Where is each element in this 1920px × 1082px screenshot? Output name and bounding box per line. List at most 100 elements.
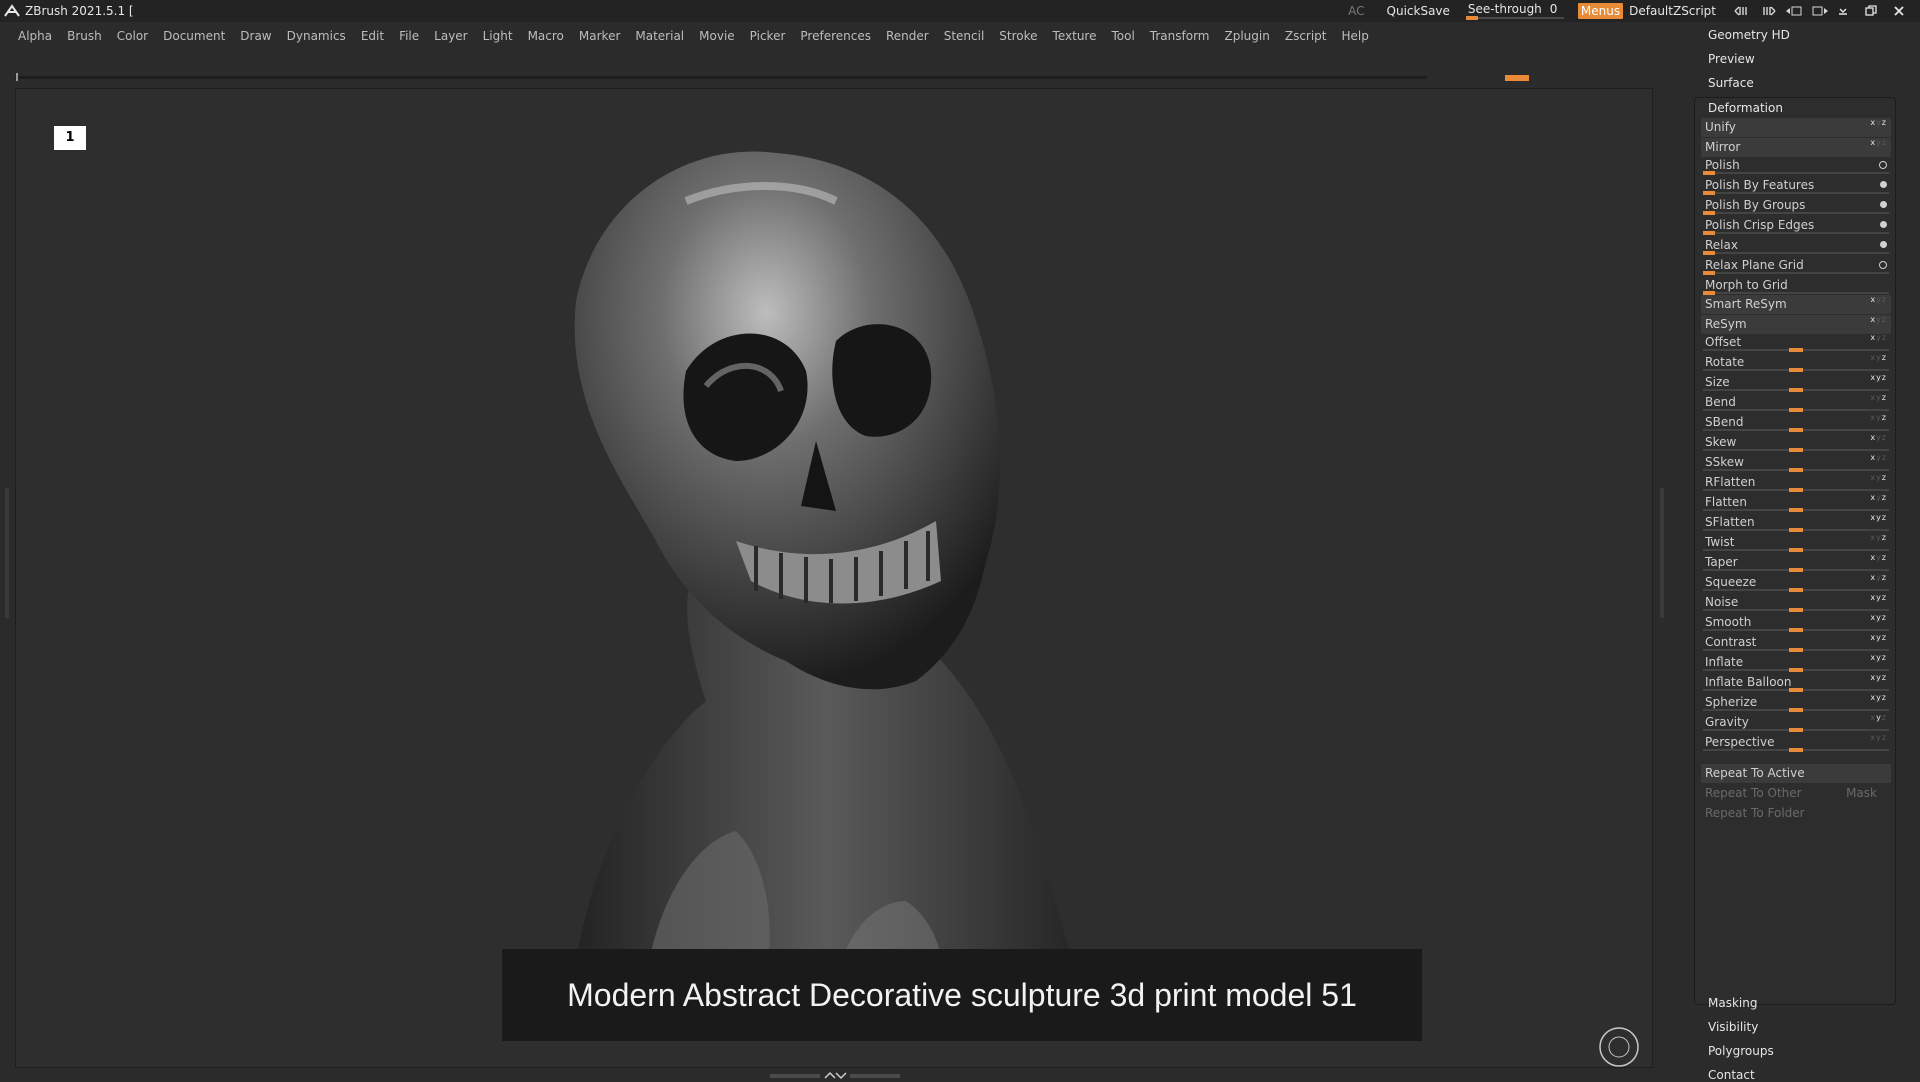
menu-brush[interactable]: Brush	[67, 29, 102, 43]
skew-slider[interactable]: Skew xyz	[1701, 433, 1891, 452]
ac-toggle[interactable]: AC	[1348, 4, 1364, 18]
axis-toggles[interactable]: xyz	[1870, 453, 1887, 462]
menu-stencil[interactable]: Stencil	[944, 29, 985, 43]
repeat-to-active-button[interactable]: Repeat To Active	[1701, 764, 1891, 783]
slider-knob[interactable]	[1789, 428, 1803, 432]
axis-toggles[interactable]: xyz	[1870, 673, 1887, 682]
polish-crisp-edges-slider[interactable]: Polish Crisp Edges	[1701, 216, 1891, 235]
polish-slider[interactable]: Polish	[1701, 156, 1891, 175]
twist-slider[interactable]: Twist xyz	[1701, 533, 1891, 552]
see-through-slider[interactable]: See-through 0	[1465, 2, 1564, 20]
axis-toggles[interactable]: xyz	[1870, 473, 1887, 482]
menu-file[interactable]: File	[399, 29, 419, 43]
slider-knob[interactable]	[1703, 251, 1715, 255]
axis-toggles[interactable]: xyz	[1870, 653, 1887, 662]
slider-knob[interactable]	[1703, 231, 1715, 235]
slider-knob[interactable]	[1789, 348, 1803, 352]
axis-toggles[interactable]: xyz	[1870, 693, 1887, 702]
offset-slider[interactable]: Offset xyz	[1701, 333, 1891, 352]
menu-macro[interactable]: Macro	[528, 29, 564, 43]
mirror-button[interactable]: Mirror xyz	[1701, 138, 1891, 157]
menu-layer[interactable]: Layer	[434, 29, 467, 43]
axis-toggles[interactable]: xyz	[1870, 353, 1887, 362]
default-zscript-button[interactable]: DefaultZScript	[1629, 4, 1716, 18]
slider-knob[interactable]	[1789, 748, 1803, 752]
menu-material[interactable]: Material	[635, 29, 684, 43]
axis-toggles[interactable]: xyz	[1870, 295, 1887, 304]
slider-knob[interactable]	[1789, 728, 1803, 732]
repeat-to-folder-button[interactable]: Repeat To Folder	[1701, 804, 1891, 823]
slider-knob[interactable]	[1703, 271, 1715, 275]
close-icon[interactable]	[1892, 4, 1906, 18]
polish-mode-toggle[interactable]	[1880, 241, 1887, 248]
left-shelf-handle[interactable]	[5, 488, 9, 618]
rotate-slider[interactable]: Rotate xyz	[1701, 353, 1891, 372]
squeeze-slider[interactable]: Squeeze xyz	[1701, 573, 1891, 592]
axis-toggles[interactable]: xyz	[1870, 633, 1887, 642]
section-geometry-hd[interactable]: Geometry HD	[1708, 28, 1790, 42]
inflate-balloon-slider[interactable]: Inflate Balloon xyz	[1701, 673, 1891, 692]
slider-knob[interactable]	[1789, 668, 1803, 672]
contrast-slider[interactable]: Contrast xyz	[1701, 633, 1891, 652]
menu-texture[interactable]: Texture	[1053, 29, 1097, 43]
resize-right-icon[interactable]	[1758, 4, 1778, 18]
axis-toggles[interactable]: xyz	[1870, 493, 1887, 502]
layout-default-icon[interactable]	[1810, 4, 1830, 18]
slider-knob[interactable]	[1789, 608, 1803, 612]
polish-mode-toggle[interactable]	[1879, 161, 1887, 169]
right-shelf-handle[interactable]	[1660, 488, 1664, 618]
section-masking[interactable]: Masking	[1708, 996, 1757, 1010]
relax-slider[interactable]: Relax	[1701, 236, 1891, 255]
slider-knob[interactable]	[1789, 548, 1803, 552]
unify-button[interactable]: Unify xyz	[1701, 118, 1891, 137]
menu-render[interactable]: Render	[886, 29, 929, 43]
section-polygroups[interactable]: Polygroups	[1708, 1044, 1774, 1058]
axis-toggles[interactable]: xyz	[1870, 713, 1887, 722]
slider-knob[interactable]	[1789, 388, 1803, 392]
perspective-slider[interactable]: Perspective xyz	[1701, 733, 1891, 752]
canvas-viewport[interactable]: 1 Modern Abstract Decorative sculpture 3…	[15, 88, 1653, 1068]
menu-light[interactable]: Light	[483, 29, 513, 43]
menu-picker[interactable]: Picker	[750, 29, 786, 43]
menus-toggle-button[interactable]: Menus	[1577, 3, 1624, 19]
axis-toggles[interactable]: xyz	[1870, 513, 1887, 522]
spherize-slider[interactable]: Spherize xyz	[1701, 693, 1891, 712]
sskew-slider[interactable]: SSkew xyz	[1701, 453, 1891, 472]
axis-toggles[interactable]: xyz	[1870, 533, 1887, 542]
axis-toggles[interactable]: xyz	[1870, 315, 1887, 324]
section-deformation[interactable]: Deformation	[1708, 101, 1783, 115]
size-slider[interactable]: Size xyz	[1701, 373, 1891, 392]
relax-plane-grid-slider[interactable]: Relax Plane Grid	[1701, 256, 1891, 275]
slider-knob[interactable]	[1789, 588, 1803, 592]
polish-mode-toggle[interactable]	[1880, 181, 1887, 188]
quicksave-button[interactable]: QuickSave	[1387, 4, 1450, 18]
restore-icon[interactable]	[1864, 4, 1878, 18]
polish-by-groups-slider[interactable]: Polish By Groups	[1701, 196, 1891, 215]
polish-by-features-slider[interactable]: Polish By Features	[1701, 176, 1891, 195]
flatten-slider[interactable]: Flatten xyz	[1701, 493, 1891, 512]
section-visibility[interactable]: Visibility	[1708, 1020, 1758, 1034]
bend-slider[interactable]: Bend xyz	[1701, 393, 1891, 412]
timeline-strip[interactable]	[15, 73, 1529, 81]
slider-knob[interactable]	[1789, 368, 1803, 372]
slider-knob[interactable]	[1789, 508, 1803, 512]
repeat-to-other-button[interactable]: Repeat To Other Mask	[1701, 784, 1891, 803]
axis-toggles[interactable]: xyz	[1870, 573, 1887, 582]
polish-mode-toggle[interactable]	[1880, 201, 1887, 208]
axis-toggles[interactable]: xyz	[1870, 118, 1887, 127]
axis-toggles[interactable]: xyz	[1870, 413, 1887, 422]
inflate-slider[interactable]: Inflate xyz	[1701, 653, 1891, 672]
menu-draw[interactable]: Draw	[240, 29, 271, 43]
morph-to-grid-slider[interactable]: Morph to Grid	[1701, 276, 1891, 295]
menu-zscript[interactable]: Zscript	[1285, 29, 1327, 43]
polish-mode-toggle[interactable]	[1880, 221, 1887, 228]
menu-zplugin[interactable]: Zplugin	[1225, 29, 1270, 43]
menu-stroke[interactable]: Stroke	[999, 29, 1037, 43]
bottom-shelf-handle-icon[interactable]	[770, 1070, 900, 1080]
menu-edit[interactable]: Edit	[361, 29, 384, 43]
menu-color[interactable]: Color	[117, 29, 148, 43]
menu-movie[interactable]: Movie	[699, 29, 735, 43]
polish-mode-toggle[interactable]	[1879, 261, 1887, 269]
slider-knob[interactable]	[1703, 211, 1715, 215]
gravity-slider[interactable]: Gravity xyz	[1701, 713, 1891, 732]
